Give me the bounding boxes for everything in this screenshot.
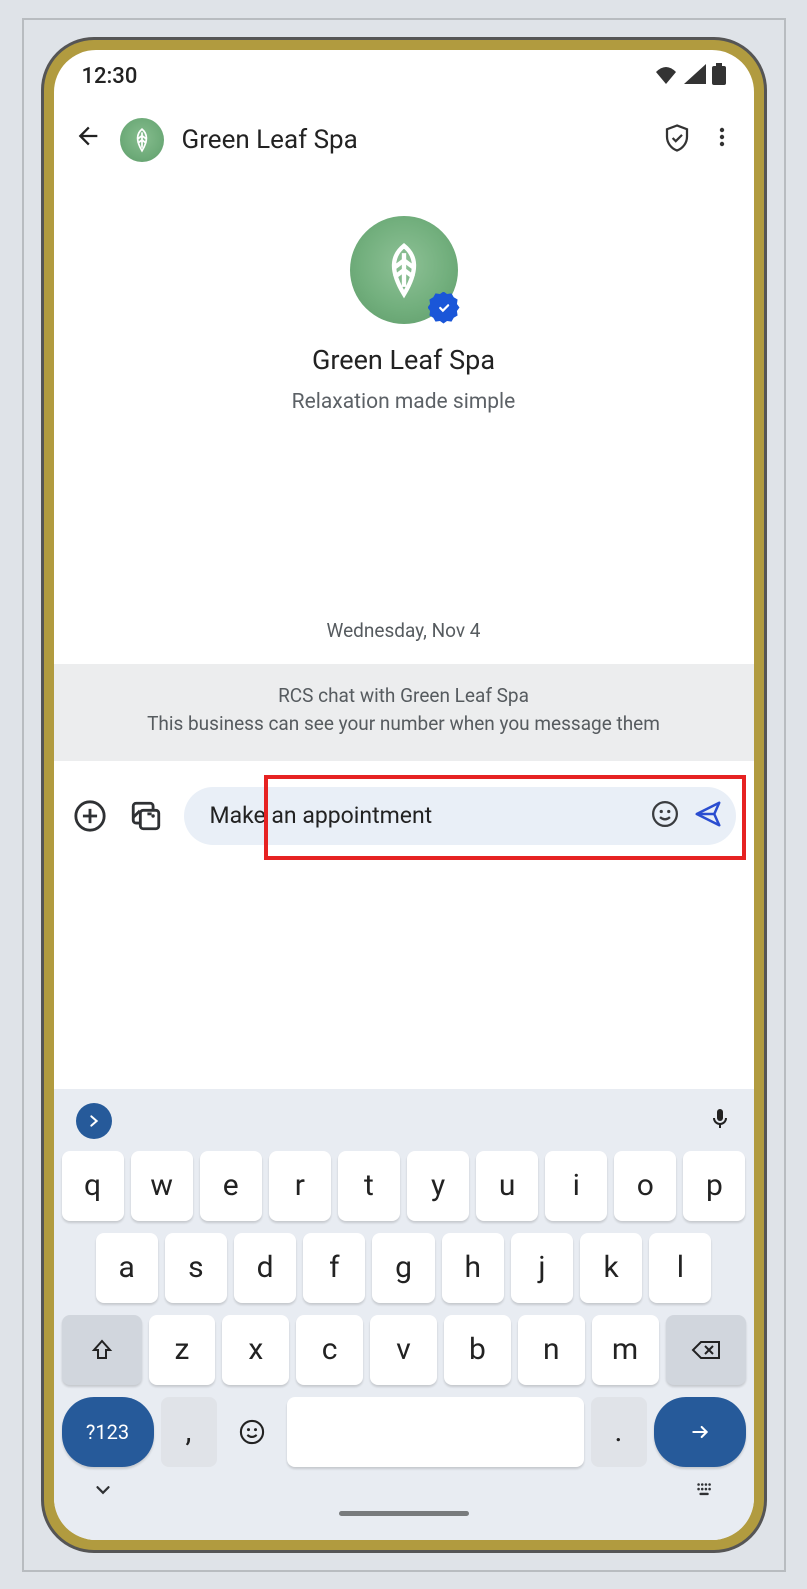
voice-input-button[interactable] (708, 1105, 732, 1137)
leaf-icon (129, 127, 155, 153)
key-e[interactable]: e (200, 1151, 262, 1221)
enter-key[interactable] (654, 1397, 746, 1467)
signal-icon (684, 64, 706, 90)
key-x[interactable]: x (222, 1315, 289, 1385)
phone-screen: 12:30 Green Leaf Spa (54, 50, 754, 1540)
gesture-handle[interactable] (339, 1511, 469, 1516)
composer: Make an appointment (72, 787, 736, 845)
message-input-container: Make an appointment (184, 787, 736, 845)
contact-tagline: Relaxation made simple (292, 390, 516, 414)
chat-title: Green Leaf Spa (182, 125, 644, 155)
key-y[interactable]: y (407, 1151, 469, 1221)
contact-name: Green Leaf Spa (312, 344, 495, 376)
info-banner: RCS chat with Green Leaf Spa This busine… (54, 664, 754, 761)
gallery-button[interactable] (128, 798, 164, 834)
key-n[interactable]: n (518, 1315, 585, 1385)
wifi-icon (654, 64, 678, 90)
key-m[interactable]: m (592, 1315, 659, 1385)
date-divider: Wednesday, Nov 4 (54, 619, 754, 642)
period-key[interactable]: . (591, 1397, 647, 1467)
key-b[interactable]: b (444, 1315, 511, 1385)
back-button[interactable] (74, 122, 102, 158)
key-d[interactable]: d (234, 1233, 296, 1303)
message-input[interactable]: Make an appointment (210, 802, 640, 829)
key-s[interactable]: s (165, 1233, 227, 1303)
clock-label: 12:30 (82, 64, 138, 89)
contact-avatar-small[interactable] (120, 118, 164, 162)
key-l[interactable]: l (649, 1233, 711, 1303)
key-k[interactable]: k (580, 1233, 642, 1303)
key-t[interactable]: t (338, 1151, 400, 1221)
key-p[interactable]: p (683, 1151, 745, 1221)
verified-shield-icon[interactable] (662, 123, 692, 157)
more-options-button[interactable] (710, 124, 734, 156)
key-q[interactable]: q (62, 1151, 124, 1221)
shift-key[interactable] (62, 1315, 142, 1385)
status-bar: 12:30 (54, 50, 754, 104)
keyboard-settings-icon[interactable] (694, 1479, 716, 1505)
phone-frame: 12:30 Green Leaf Spa (44, 40, 764, 1550)
virtual-keyboard: qwertyuiop asdfghjkl zxcvbnm ?123 , . (54, 1089, 754, 1540)
comma-key[interactable]: , (161, 1397, 217, 1467)
key-j[interactable]: j (511, 1233, 573, 1303)
key-h[interactable]: h (442, 1233, 504, 1303)
emoji-button[interactable] (650, 799, 680, 833)
leaf-icon (375, 241, 433, 299)
contact-intro: Green Leaf Spa Relaxation made simple (54, 176, 754, 414)
backspace-key[interactable] (666, 1315, 746, 1385)
emoji-key[interactable] (224, 1397, 280, 1467)
key-a[interactable]: a (96, 1233, 158, 1303)
keyboard-expand-button[interactable] (76, 1103, 112, 1139)
conversation-area: Green Leaf Spa Relaxation made simple We… (54, 176, 754, 1089)
info-line-2: This business can see your number when y… (84, 710, 724, 739)
chat-header: Green Leaf Spa (54, 104, 754, 176)
send-button[interactable] (690, 799, 726, 833)
key-w[interactable]: w (131, 1151, 193, 1221)
key-i[interactable]: i (545, 1151, 607, 1221)
key-r[interactable]: r (269, 1151, 331, 1221)
key-u[interactable]: u (476, 1151, 538, 1221)
key-z[interactable]: z (149, 1315, 216, 1385)
space-key[interactable] (287, 1397, 584, 1467)
key-o[interactable]: o (614, 1151, 676, 1221)
info-line-1: RCS chat with Green Leaf Spa (84, 682, 724, 711)
battery-icon (712, 63, 726, 91)
symbols-key[interactable]: ?123 (62, 1397, 154, 1467)
keyboard-collapse-button[interactable] (92, 1479, 114, 1505)
key-f[interactable]: f (303, 1233, 365, 1303)
key-v[interactable]: v (370, 1315, 437, 1385)
add-attachment-button[interactable] (72, 798, 108, 834)
key-g[interactable]: g (372, 1233, 434, 1303)
key-c[interactable]: c (296, 1315, 363, 1385)
